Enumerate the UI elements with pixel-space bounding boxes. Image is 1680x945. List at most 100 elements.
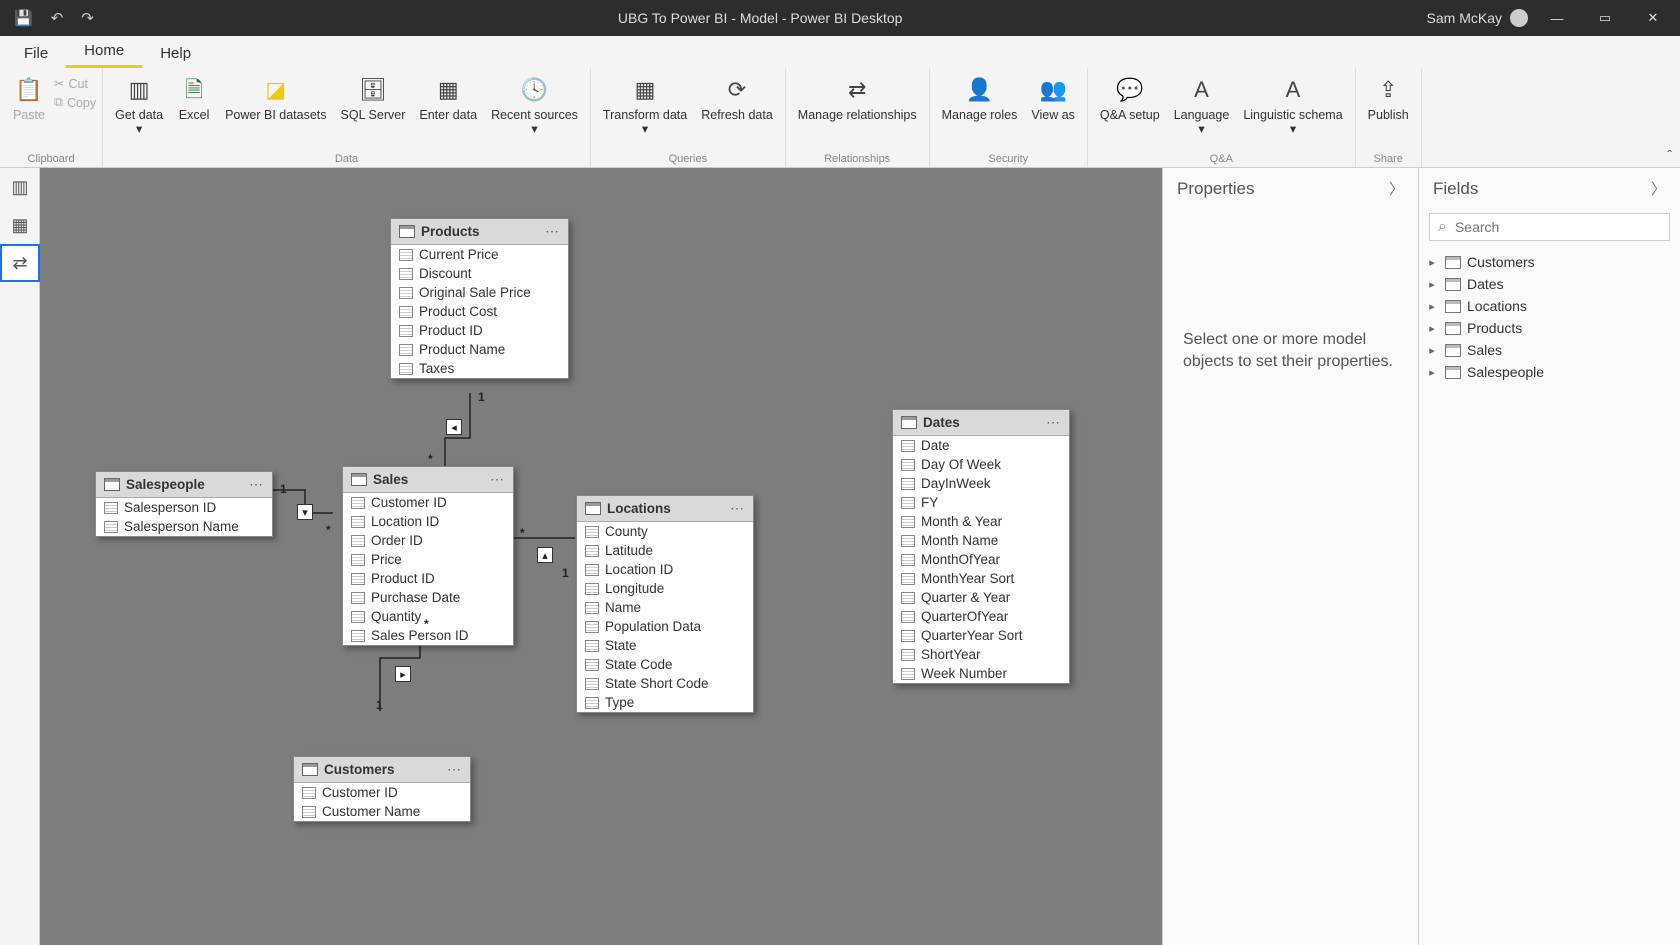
table-field[interactable]: Product Name <box>391 340 568 359</box>
expand-icon[interactable]: ▸ <box>1425 300 1439 313</box>
maximize-button[interactable]: ▭ <box>1586 0 1624 36</box>
table-products[interactable]: Products⋯ Current PriceDiscountOriginal … <box>390 218 569 379</box>
table-field[interactable]: Salesperson ID <box>96 498 272 517</box>
expand-icon[interactable]: ▸ <box>1425 256 1439 269</box>
tab-home[interactable]: Home <box>66 36 142 68</box>
manage-relationships-button[interactable]: ⇄Manage relationships <box>792 72 923 124</box>
table-field[interactable]: QuarterYear Sort <box>893 626 1069 645</box>
view-as-button[interactable]: 👥View as <box>1025 72 1081 124</box>
fields-tree-node[interactable]: ▸Customers <box>1425 251 1674 273</box>
table-field[interactable]: Product Cost <box>391 302 568 321</box>
expand-icon[interactable]: ▸ <box>1425 366 1439 379</box>
fields-search[interactable]: ⌕ <box>1429 213 1670 241</box>
more-icon[interactable]: ⋯ <box>1046 414 1061 431</box>
more-icon[interactable]: ⋯ <box>730 500 745 517</box>
fields-tree-node[interactable]: ▸Dates <box>1425 273 1674 295</box>
table-field[interactable]: Month & Year <box>893 512 1069 531</box>
table-field[interactable]: Month Name <box>893 531 1069 550</box>
more-icon[interactable]: ⋯ <box>249 476 264 493</box>
properties-header[interactable]: Properties 〉 <box>1163 168 1418 209</box>
table-field[interactable]: QuarterOfYear <box>893 607 1069 626</box>
table-field[interactable]: Quarter & Year <box>893 588 1069 607</box>
table-field[interactable]: Product ID <box>343 569 513 588</box>
table-field[interactable]: County <box>577 522 753 541</box>
table-field[interactable]: Customer Name <box>294 802 470 821</box>
more-icon[interactable]: ⋯ <box>447 761 462 778</box>
table-field[interactable]: Original Sale Price <box>391 283 568 302</box>
table-field[interactable]: Location ID <box>343 512 513 531</box>
table-field[interactable]: Customer ID <box>294 783 470 802</box>
table-field[interactable]: MonthOfYear <box>893 550 1069 569</box>
fields-tree-node[interactable]: ▸Locations <box>1425 295 1674 317</box>
table-field[interactable]: Longitude <box>577 579 753 598</box>
collapse-ribbon-icon[interactable]: ˆ <box>1667 147 1672 163</box>
report-view-button[interactable]: ▥ <box>0 168 40 206</box>
data-view-button[interactable]: ▦ <box>0 206 40 244</box>
table-field[interactable]: State Short Code <box>577 674 753 693</box>
cut-button[interactable]: ✂Cut <box>54 76 96 91</box>
model-canvas[interactable]: Products⋯ Current PriceDiscountOriginal … <box>40 168 1162 945</box>
table-dates[interactable]: Dates⋯ DateDay Of WeekDayInWeekFYMonth &… <box>892 409 1070 684</box>
model-view-button[interactable]: ⇄ <box>0 244 40 282</box>
more-icon[interactable]: ⋯ <box>490 471 505 488</box>
table-field[interactable]: Population Data <box>577 617 753 636</box>
close-button[interactable]: ✕ <box>1634 0 1672 36</box>
table-field[interactable]: Current Price <box>391 245 568 264</box>
minimize-button[interactable]: — <box>1538 0 1576 36</box>
table-field[interactable]: Taxes <box>391 359 568 378</box>
table-locations[interactable]: Locations⋯ CountyLatitudeLocation IDLong… <box>576 495 754 713</box>
manage-roles-button[interactable]: 👤Manage roles <box>936 72 1024 124</box>
tab-help[interactable]: Help <box>142 39 209 68</box>
table-field[interactable]: Price <box>343 550 513 569</box>
table-field[interactable]: Latitude <box>577 541 753 560</box>
table-field[interactable]: Customer ID <box>343 493 513 512</box>
table-field[interactable]: Name <box>577 598 753 617</box>
table-field[interactable]: Purchase Date <box>343 588 513 607</box>
table-field[interactable]: State Code <box>577 655 753 674</box>
table-field[interactable]: Location ID <box>577 560 753 579</box>
redo-icon[interactable]: ↷ <box>81 9 94 27</box>
more-icon[interactable]: ⋯ <box>545 223 560 240</box>
fields-header[interactable]: Fields 〉 <box>1419 168 1680 209</box>
table-field[interactable]: Day Of Week <box>893 455 1069 474</box>
table-field[interactable]: Week Number <box>893 664 1069 683</box>
expand-icon[interactable]: ▸ <box>1425 322 1439 335</box>
enter-data-button[interactable]: ▦Enter data <box>413 72 483 139</box>
tab-file[interactable]: File <box>6 39 66 68</box>
table-field[interactable]: Order ID <box>343 531 513 550</box>
table-field[interactable]: Type <box>577 693 753 712</box>
table-field[interactable]: ShortYear <box>893 645 1069 664</box>
copy-button[interactable]: ⧉Copy <box>54 95 96 110</box>
table-field[interactable]: MonthYear Sort <box>893 569 1069 588</box>
pbi-datasets-button[interactable]: ◪Power BI datasets <box>219 72 332 139</box>
table-field[interactable]: State <box>577 636 753 655</box>
table-field[interactable]: Product ID <box>391 321 568 340</box>
table-customers[interactable]: Customers⋯ Customer IDCustomer Name <box>293 756 471 822</box>
publish-button[interactable]: ⇪Publish <box>1362 72 1415 124</box>
sql-server-button[interactable]: 🗄SQL Server <box>335 72 412 139</box>
qa-setup-button[interactable]: 💬Q&A setup <box>1094 72 1166 139</box>
expand-icon[interactable]: ▸ <box>1425 278 1439 291</box>
excel-button[interactable]: 🗎Excel <box>171 72 217 139</box>
table-salespeople[interactable]: Salespeople⋯ Salesperson IDSalesperson N… <box>95 471 273 537</box>
undo-icon[interactable]: ↶ <box>51 9 64 27</box>
linguistic-schema-button[interactable]: ALinguistic schema▾ <box>1237 72 1348 139</box>
get-data-button[interactable]: ▥Get data▾ <box>109 72 169 139</box>
search-input[interactable] <box>1455 219 1661 235</box>
recent-sources-button[interactable]: 🕓Recent sources▾ <box>485 72 584 139</box>
fields-tree-node[interactable]: ▸Salespeople <box>1425 361 1674 383</box>
table-field[interactable]: FY <box>893 493 1069 512</box>
refresh-button[interactable]: ⟳Refresh data <box>695 72 779 139</box>
table-field[interactable]: Salesperson Name <box>96 517 272 536</box>
fields-tree-node[interactable]: ▸Products <box>1425 317 1674 339</box>
table-field[interactable]: Discount <box>391 264 568 283</box>
language-button[interactable]: ALanguage▾ <box>1168 72 1236 139</box>
fields-tree-node[interactable]: ▸Sales <box>1425 339 1674 361</box>
user-account[interactable]: Sam McKay <box>1427 9 1528 27</box>
paste-button[interactable]: 📋 Paste <box>6 72 52 124</box>
expand-icon[interactable]: ▸ <box>1425 344 1439 357</box>
transform-data-button[interactable]: ▦Transform data▾ <box>597 72 693 139</box>
table-field[interactable]: DayInWeek <box>893 474 1069 493</box>
save-icon[interactable]: 💾 <box>14 9 33 27</box>
table-field[interactable]: Date <box>893 436 1069 455</box>
